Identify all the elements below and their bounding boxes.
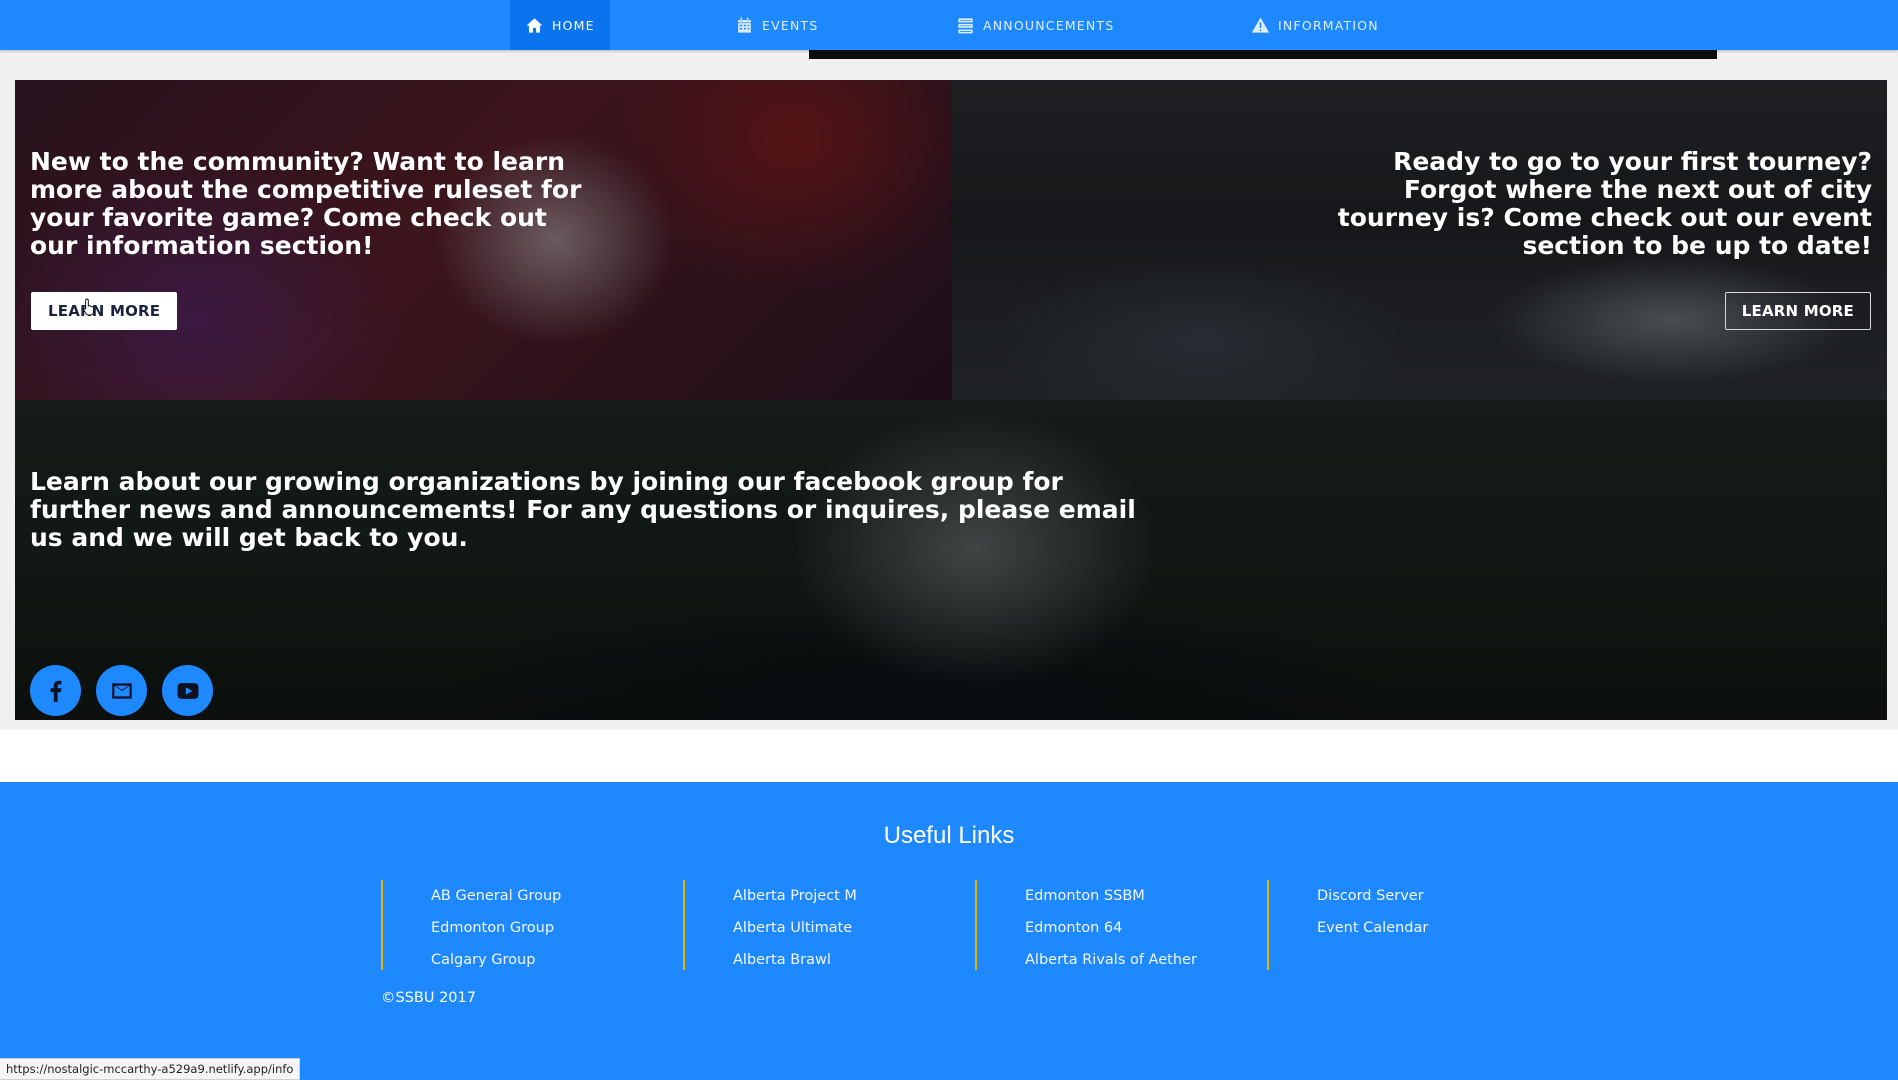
footer-link[interactable]: Calgary Group	[431, 944, 561, 976]
facebook-icon	[50, 680, 61, 702]
footer-column-other: Discord Server Event Calendar	[1267, 880, 1428, 970]
events-panel-text: Ready to go to your first tourney? Forgo…	[1337, 147, 1872, 260]
footer-column-local: Edmonton SSBM Edmonton 64 Alberta Rivals…	[975, 880, 1197, 970]
mail-icon	[111, 682, 132, 699]
nav-home-label: HOME	[552, 17, 595, 33]
footer-link[interactable]: AB General Group	[431, 880, 561, 912]
events-panel: Ready to go to your first tourney? Forgo…	[952, 80, 1887, 400]
youtube-button[interactable]	[162, 665, 213, 716]
footer-link[interactable]: Alberta Rivals of Aether	[1025, 944, 1197, 976]
footer-link[interactable]: Alberta Ultimate	[733, 912, 857, 944]
footer-link[interactable]: Alberta Brawl	[733, 944, 857, 976]
community-panel: Learn about our growing organizations by…	[15, 400, 1887, 720]
nav-home[interactable]: HOME	[510, 0, 610, 50]
info-learn-more-button[interactable]: LEARN MORE	[31, 292, 178, 330]
footer-title: Useful Links	[883, 822, 1015, 849]
footer-link[interactable]: Event Calendar	[1317, 912, 1428, 944]
footer-link[interactable]: Edmonton SSBM	[1025, 880, 1197, 912]
email-button[interactable]	[96, 665, 147, 716]
status-bar-url: https://nostalgic-mccarthy-a529a9.netlif…	[0, 1058, 301, 1080]
nav-information-label: INFORMATION	[1278, 17, 1379, 33]
home-icon	[526, 17, 543, 33]
top-navbar: HOME EVENTS ANNOUNCEMENTS INFORMATION	[0, 0, 1898, 50]
list-icon	[958, 17, 973, 33]
nav-information[interactable]: INFORMATION	[1251, 0, 1379, 50]
nav-events[interactable]: EVENTS	[735, 0, 818, 50]
info-panel-text: New to the community? Want to learn more…	[30, 147, 582, 260]
facebook-button[interactable]	[30, 665, 81, 716]
feature-panels: New to the community? Want to learn more…	[15, 80, 1887, 720]
social-links	[30, 665, 213, 716]
nav-announcements[interactable]: ANNOUNCEMENTS	[956, 0, 1114, 50]
footer-link[interactable]: Edmonton 64	[1025, 912, 1197, 944]
footer-column-games: Alberta Project M Alberta Ultimate Alber…	[683, 880, 857, 970]
warning-icon	[1251, 17, 1270, 33]
calendar-icon	[738, 17, 751, 33]
nav-dark-strip	[809, 50, 1717, 59]
footer-spacer	[0, 730, 1898, 782]
footer-link[interactable]: Discord Server	[1317, 880, 1428, 912]
community-panel-text: Learn about our growing organizations by…	[30, 467, 1136, 552]
footer-link[interactable]: Alberta Project M	[733, 880, 857, 912]
nav-announcements-label: ANNOUNCEMENTS	[983, 17, 1115, 33]
info-panel: New to the community? Want to learn more…	[15, 80, 952, 400]
youtube-icon	[176, 682, 199, 699]
copyright: ©SSBU 2017	[381, 990, 476, 1006]
footer-column-groups: AB General Group Edmonton Group Calgary …	[381, 880, 561, 970]
nav-events-label: EVENTS	[762, 17, 819, 33]
footer: Useful Links AB General Group Edmonton G…	[0, 782, 1898, 1080]
hand-cursor-icon	[83, 298, 95, 316]
footer-link[interactable]: Edmonton Group	[431, 912, 561, 944]
events-learn-more-button[interactable]: LEARN MORE	[1724, 292, 1871, 330]
